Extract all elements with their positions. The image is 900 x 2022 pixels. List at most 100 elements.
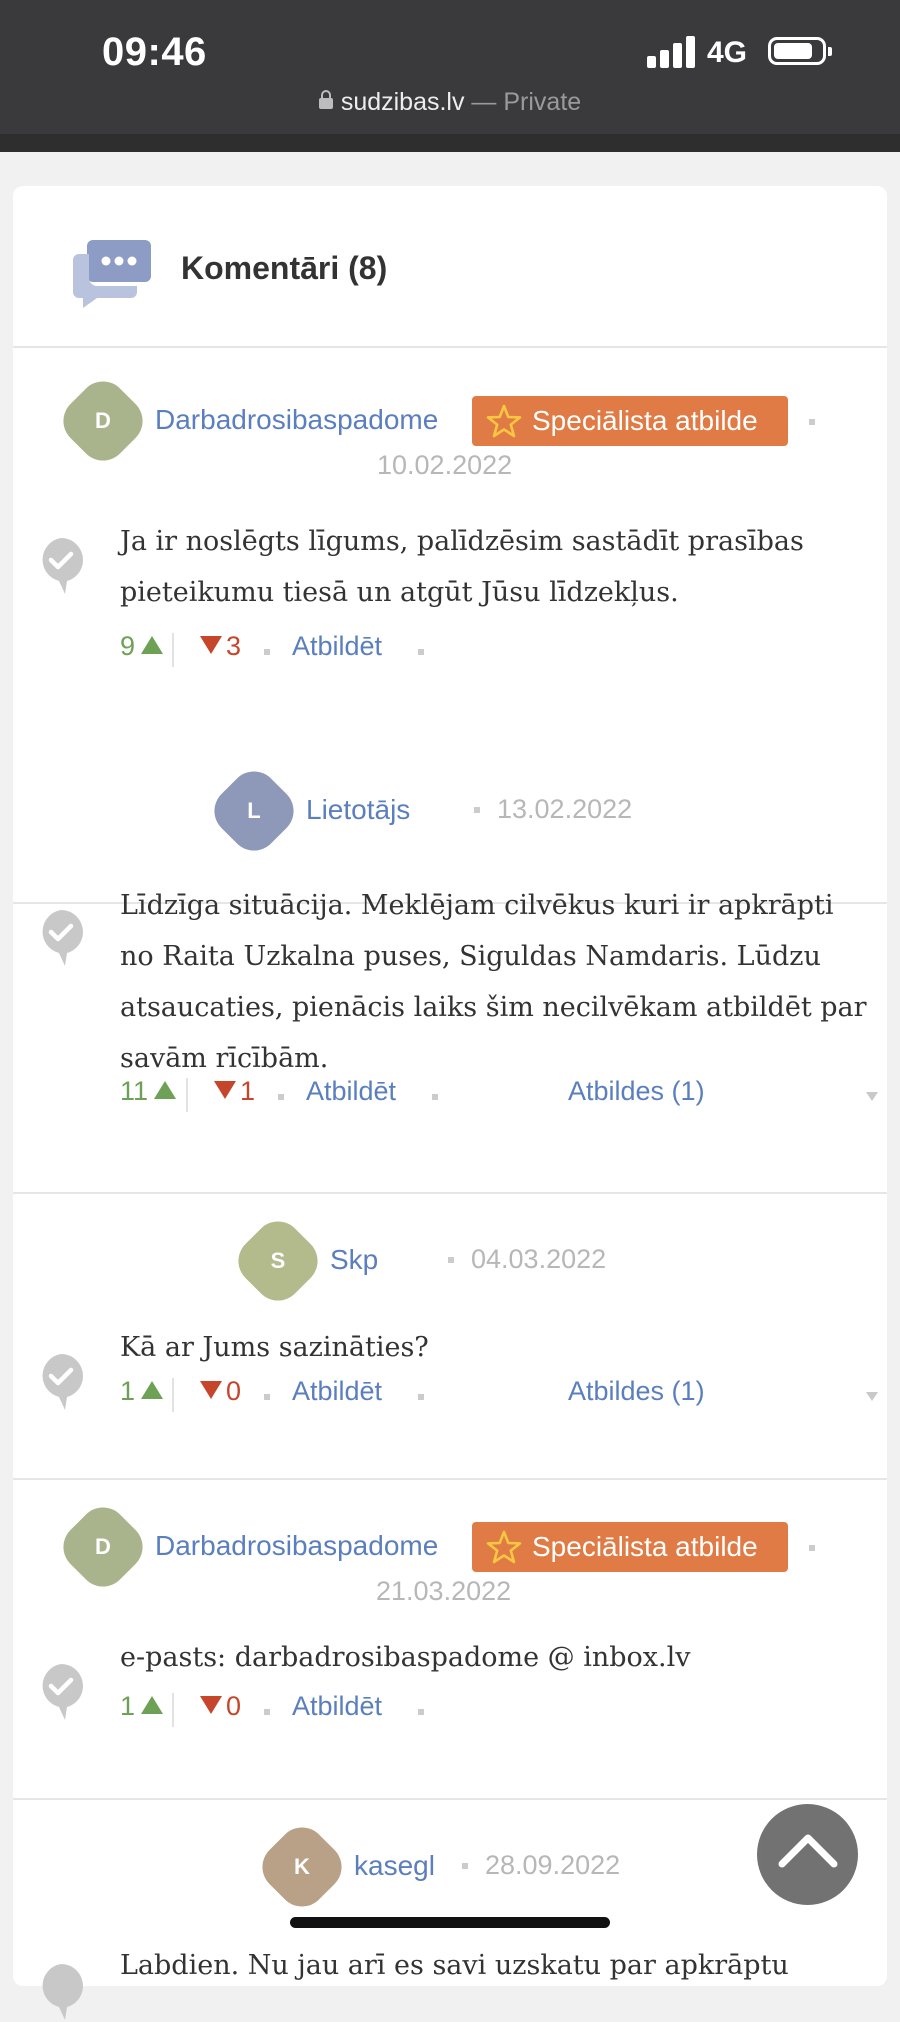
chevron-down-icon	[866, 1092, 878, 1101]
reply-button[interactable]: Atbildēt	[292, 631, 382, 662]
comments-header: Komentāri (8)	[13, 186, 887, 348]
vote-down-count: 0	[226, 1376, 242, 1406]
comment-header: L Lietotājs 13.02.2022	[13, 761, 887, 861]
comments-card: Komentāri (8) D Darbadrosibaspadome Spec…	[13, 186, 887, 2020]
arrow-down-icon	[214, 1081, 236, 1099]
vote-down-button[interactable]: 0	[200, 1376, 241, 1407]
comment-author[interactable]: Skp	[330, 1244, 378, 1276]
reply-button[interactable]: Atbildēt	[292, 1376, 382, 1407]
arrow-up-icon	[141, 1696, 164, 1714]
avatar-letter: S	[270, 1248, 286, 1273]
star-icon	[486, 404, 522, 438]
arrow-up-icon	[141, 636, 164, 654]
comment-text: Kā ar Jums sazināties?	[120, 1332, 429, 1363]
separator	[264, 649, 270, 655]
page-top-strip	[0, 134, 900, 152]
vote-down-button[interactable]: 1	[214, 1076, 255, 1107]
comment-actions: 1 0 Atbildēt Atbildes (1)	[120, 1376, 880, 1416]
star-icon	[486, 1530, 522, 1564]
specialist-badge: Speciālista atbilde	[472, 396, 788, 446]
vote-divider	[172, 1378, 174, 1412]
comment-header: D Darbadrosibaspadome Speciālista atbild…	[13, 1497, 887, 1606]
signal-icon	[647, 34, 697, 68]
check-bubble-icon	[42, 1964, 83, 2020]
comment-text: Līdzīga situācija. Meklējam cilvēkus kur…	[120, 890, 867, 1074]
avatar-letter: D	[95, 1534, 111, 1559]
vote-down-count: 0	[226, 1691, 242, 1721]
replies-toggle[interactable]: Atbildes (1)	[568, 1376, 705, 1407]
avatar-letter: K	[294, 1854, 310, 1879]
comment-item: S Skp 04.03.2022 Kā ar Jums sazināties? …	[13, 1192, 887, 1480]
replies-toggle[interactable]: Atbildes (1)	[568, 1076, 705, 1107]
comment-author[interactable]: Lietotājs	[306, 794, 410, 826]
vote-up-count: 11	[120, 1076, 149, 1106]
arrow-up-icon	[154, 1081, 177, 1099]
comment-date: 21.03.2022	[376, 1576, 512, 1606]
browser-private-mode: — Private	[464, 88, 582, 116]
arrow-up-icon	[141, 1381, 164, 1399]
separator	[809, 1545, 815, 1551]
check-bubble-icon	[42, 538, 83, 594]
separator	[474, 807, 480, 813]
comment-actions: 11 1 Atbildēt Atbildes (1)	[120, 1076, 880, 1116]
vote-up-button[interactable]: 9	[120, 631, 164, 662]
comment-text: Labdien. Nu jau arī es savi uzskatu par …	[120, 1950, 789, 1981]
check-bubble-icon	[42, 1664, 83, 1720]
comment-header: K kasegl 28.09.2022	[13, 1817, 887, 1917]
chat-bubbles-icon	[73, 240, 151, 308]
vote-up-count: 9	[120, 631, 136, 661]
comment-date: 28.09.2022	[485, 1850, 621, 1880]
comment-author[interactable]: Darbadrosibaspadome	[155, 404, 438, 436]
comments-title: Komentāri (8)	[181, 250, 388, 286]
chevron-up-icon	[778, 1834, 838, 1868]
status-time: 09:46	[102, 30, 207, 74]
comment-item: K kasegl 28.09.2022 Labdien. Nu jau arī …	[13, 1798, 887, 2020]
avatar-letter: L	[247, 798, 261, 823]
comment-date: 13.02.2022	[497, 794, 633, 824]
separator	[264, 1394, 270, 1400]
reply-button[interactable]: Atbildēt	[306, 1076, 396, 1107]
separator	[462, 1863, 468, 1869]
avatar-letter: D	[95, 408, 111, 433]
arrow-down-icon	[200, 636, 222, 654]
check-bubble-icon	[42, 1354, 83, 1410]
scroll-to-top-button[interactable]	[757, 1804, 858, 1905]
separator	[418, 1709, 424, 1715]
separator	[448, 1257, 454, 1263]
comment-date: 10.02.2022	[377, 450, 513, 480]
arrow-down-icon	[200, 1696, 222, 1714]
vote-up-button[interactable]: 1	[120, 1376, 164, 1407]
specialist-badge: Speciālista atbilde	[472, 1522, 788, 1572]
comment-text: Ja ir noslēgts līgums, palīdzēsim sastād…	[120, 526, 804, 608]
comment-text: e-pasts: darbadrosibaspadome @ inbox.lv	[120, 1642, 691, 1673]
vote-down-count: 3	[226, 631, 242, 661]
comment-date: 04.03.2022	[471, 1244, 607, 1274]
separator	[432, 1094, 438, 1100]
chevron-down-icon	[866, 1392, 878, 1401]
vote-down-count: 1	[240, 1076, 256, 1106]
check-bubble-icon	[42, 910, 83, 966]
vote-up-button[interactable]: 11	[120, 1076, 177, 1107]
specialist-badge-label: Speciālista atbilde	[532, 1531, 758, 1562]
comment-item: L Lietotājs 13.02.2022 Līdzīga situācija…	[13, 742, 887, 1194]
separator	[418, 1394, 424, 1400]
comment-author[interactable]: kasegl	[354, 1850, 435, 1882]
vote-up-count: 1	[120, 1691, 136, 1721]
vote-divider	[186, 1078, 188, 1112]
reply-button[interactable]: Atbildēt	[292, 1691, 382, 1722]
vote-down-button[interactable]: 0	[200, 1691, 241, 1722]
vote-up-count: 1	[120, 1376, 136, 1406]
comment-item: D Darbadrosibaspadome Speciālista atbild…	[13, 1478, 887, 1800]
comment-author[interactable]: Darbadrosibaspadome	[155, 1530, 438, 1562]
vote-divider	[172, 1693, 174, 1727]
separator	[418, 649, 424, 655]
comment-actions: 9 3 Atbildēt	[120, 631, 880, 671]
vote-down-button[interactable]: 3	[200, 631, 241, 662]
vote-up-button[interactable]: 1	[120, 1691, 164, 1722]
home-indicator[interactable]	[290, 1917, 610, 1928]
separator	[278, 1094, 284, 1100]
specialist-badge-label: Speciālista atbilde	[532, 405, 758, 436]
separator	[809, 419, 815, 425]
browser-url-bar[interactable]: sudzibas.lv — Private	[0, 88, 900, 117]
comment-actions: 1 0 Atbildēt	[120, 1691, 880, 1731]
